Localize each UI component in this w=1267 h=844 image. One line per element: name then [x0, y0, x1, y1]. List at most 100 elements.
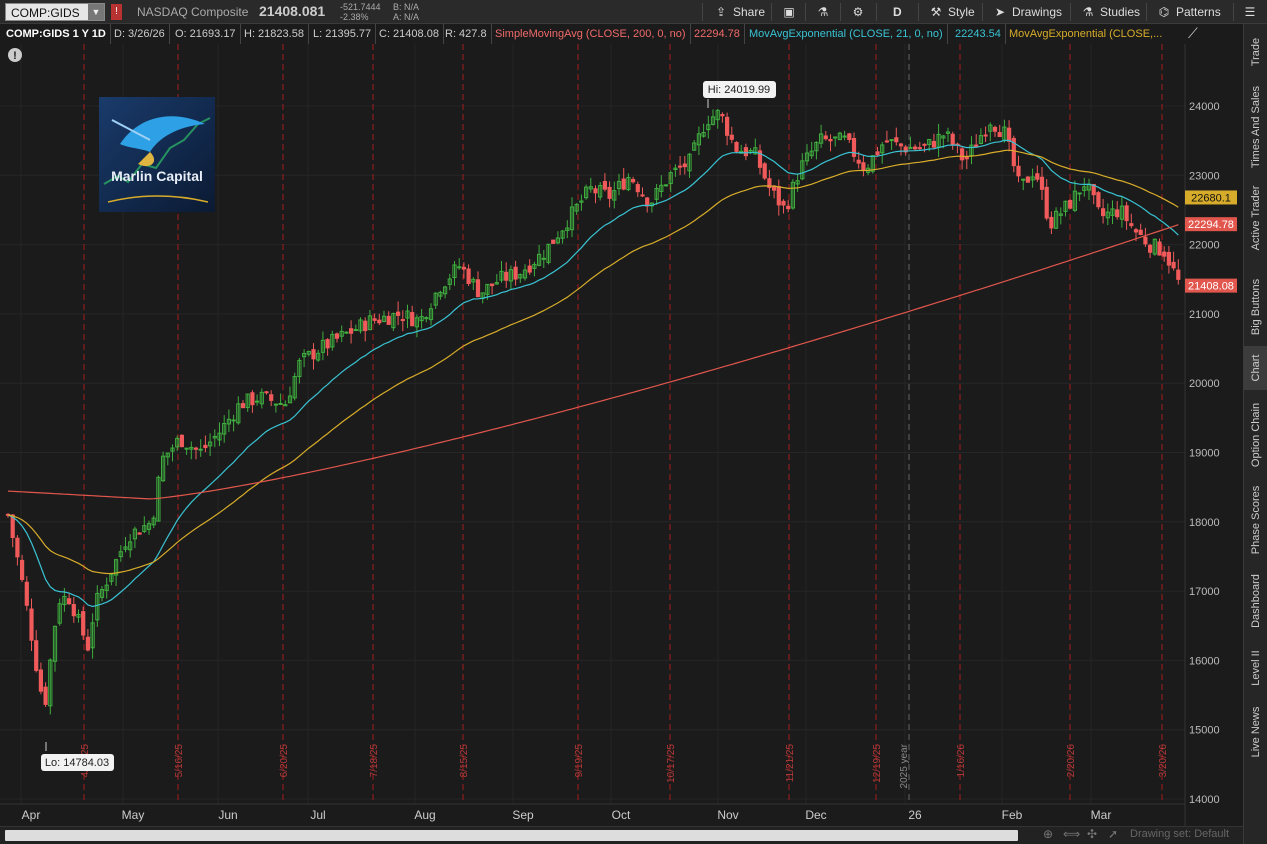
- candle-body: [776, 186, 781, 206]
- alert-flag-icon[interactable]: !: [111, 4, 122, 20]
- candle-body: [1101, 208, 1106, 217]
- sma200-line: [7, 224, 1179, 500]
- toolbar-divider: [771, 3, 772, 21]
- pointer-icon[interactable]: ➚: [1108, 827, 1118, 841]
- candle-body: [34, 640, 39, 671]
- ema50-badge-text: 22680.1: [1191, 192, 1231, 204]
- candle-body: [992, 126, 998, 132]
- candle-body: [1016, 165, 1021, 177]
- crosshair-icon[interactable]: ✣: [1087, 827, 1097, 841]
- candle-body: [1129, 223, 1134, 227]
- ema21-value: 22243.54: [951, 24, 1006, 44]
- pan-icon[interactable]: ⟺: [1063, 827, 1080, 841]
- horizontal-scrollbar[interactable]: [5, 830, 1018, 841]
- change-percent: -2.38%: [340, 12, 369, 22]
- candle-body: [631, 179, 636, 183]
- candle-body: [828, 138, 833, 142]
- chart-info-bar: COMP:GIDS 1 Y 1D D: 3/26/26 O: 21693.17 …: [0, 24, 1185, 44]
- sma200-badge-text: 22294.78: [1188, 219, 1234, 231]
- sidebar-tab-chart[interactable]: Chart: [1244, 346, 1267, 390]
- candle-body: [513, 266, 518, 280]
- candle-body: [43, 686, 48, 705]
- price-chart[interactable]: 4/17/255/16/256/20/257/18/258/15/259/19/…: [0, 25, 1237, 826]
- patterns-button[interactable]: ⌬ Patterns: [1152, 0, 1221, 24]
- price-tick-label: 20000: [1189, 378, 1220, 390]
- candle-body: [71, 604, 76, 617]
- sidebar-tab-times-and-sales[interactable]: Times And Sales: [1244, 79, 1267, 175]
- toolbar-divider: [840, 3, 841, 21]
- candle-body: [273, 403, 278, 406]
- app-window: COMP:GIDS ▼ ! NASDAQ Composite 21408.081…: [0, 0, 1267, 844]
- ema50-label[interactable]: MovAvgExponential (CLOSE,...: [1005, 24, 1166, 44]
- camera-icon: ▣: [783, 5, 795, 19]
- candle-body: [875, 151, 880, 156]
- studies-button[interactable]: ⚗ Studies: [1076, 0, 1140, 24]
- style-button[interactable]: ⚒ Style: [924, 0, 975, 24]
- candle-body: [81, 611, 86, 636]
- symbol-input[interactable]: COMP:GIDS ▼: [5, 3, 105, 21]
- month-label: Oct: [612, 808, 631, 822]
- candle-body: [278, 402, 283, 405]
- share-button[interactable]: ⇪ Share: [709, 0, 765, 24]
- snapshot-button[interactable]: ▣: [777, 0, 801, 24]
- candle-body: [396, 311, 401, 316]
- sidebar-tab-phase-scores[interactable]: Phase Scores: [1244, 482, 1267, 558]
- candle-body: [363, 320, 368, 332]
- candle-body: [1068, 199, 1073, 209]
- aggregation-dropdown[interactable]: D: [889, 0, 902, 24]
- settings-button[interactable]: ⚙: [846, 0, 870, 24]
- low-label: Lo: 14784.03: [45, 757, 109, 769]
- chevron-down-icon[interactable]: ▼: [88, 4, 104, 20]
- candle-body: [1143, 236, 1148, 245]
- ema21-label[interactable]: MovAvgExponential (CLOSE, 21, 0, no): [745, 24, 948, 44]
- sidebar-tab-level-ii[interactable]: Level II: [1244, 644, 1267, 692]
- candle-body: [997, 132, 1002, 138]
- candle-body: [645, 197, 650, 207]
- candle-body: [203, 444, 208, 449]
- time-axis[interactable]: Apr May Jun Jul Aug Sep Oct Nov Dec 26 Feb Mar: [22, 808, 1112, 822]
- candle-body: [255, 400, 260, 403]
- candle-body: [1007, 127, 1012, 142]
- info-high: H: 21823.58: [240, 24, 309, 44]
- sidebar-tab-big-buttons[interactable]: Big Buttons: [1244, 269, 1267, 345]
- chart-canvas[interactable]: 4/17/255/16/256/20/257/18/258/15/259/19/…: [0, 44, 1243, 826]
- candle-body: [725, 116, 730, 136]
- flask-button[interactable]: ⚗: [811, 0, 835, 24]
- price-tick-label: 15000: [1189, 725, 1220, 737]
- sidebar-tab-option-chain[interactable]: Option Chain: [1244, 394, 1267, 476]
- candle-body: [762, 163, 767, 179]
- pencil-line-icon[interactable]: ⟋: [1188, 25, 1198, 42]
- price-tick-label: 17000: [1189, 586, 1220, 598]
- menu-button[interactable]: ☰: [1238, 0, 1262, 24]
- price-axis[interactable]: 24000 23000 22000 21000 20000 19000 18000 17000…: [1189, 101, 1220, 806]
- candle-body: [1044, 186, 1049, 219]
- drawing-set-label[interactable]: Drawing set: Default: [1130, 828, 1229, 840]
- candle-body: [334, 333, 340, 339]
- candle-body: [851, 138, 857, 157]
- price-tick-label: 21000: [1189, 309, 1220, 321]
- cursor-icon: ➤: [994, 5, 1006, 19]
- svg-text:!: !: [13, 50, 17, 62]
- year-label: 2025 year: [899, 743, 910, 788]
- info-range: R: 427.8: [441, 24, 492, 44]
- sidebar-tab-dashboard[interactable]: Dashboard: [1244, 567, 1267, 635]
- candle-body: [607, 186, 612, 199]
- candle-body: [1133, 229, 1139, 233]
- sidebar-tab-trade[interactable]: Trade: [1244, 29, 1267, 75]
- candle-body: [1138, 229, 1143, 235]
- month-label: Jun: [218, 808, 237, 822]
- candle-body: [960, 148, 965, 161]
- sidebar-tab-active-trader[interactable]: Active Trader: [1244, 179, 1267, 257]
- zoom-icon[interactable]: ⊕: [1043, 827, 1053, 841]
- candle-body: [1035, 173, 1040, 180]
- info-low: L: 21395.77: [309, 24, 377, 44]
- candle-body: [457, 266, 462, 269]
- candle-body: [20, 559, 25, 580]
- candle-body: [856, 159, 861, 164]
- candle-body: [861, 162, 866, 171]
- candle-body: [461, 266, 466, 270]
- sidebar-tab-live-news[interactable]: Live News: [1244, 700, 1267, 764]
- candle-body: [983, 134, 988, 137]
- sma-label[interactable]: SimpleMovingAvg (CLOSE, 200, 0, no): [491, 24, 691, 44]
- drawings-button[interactable]: ➤ Drawings: [988, 0, 1062, 24]
